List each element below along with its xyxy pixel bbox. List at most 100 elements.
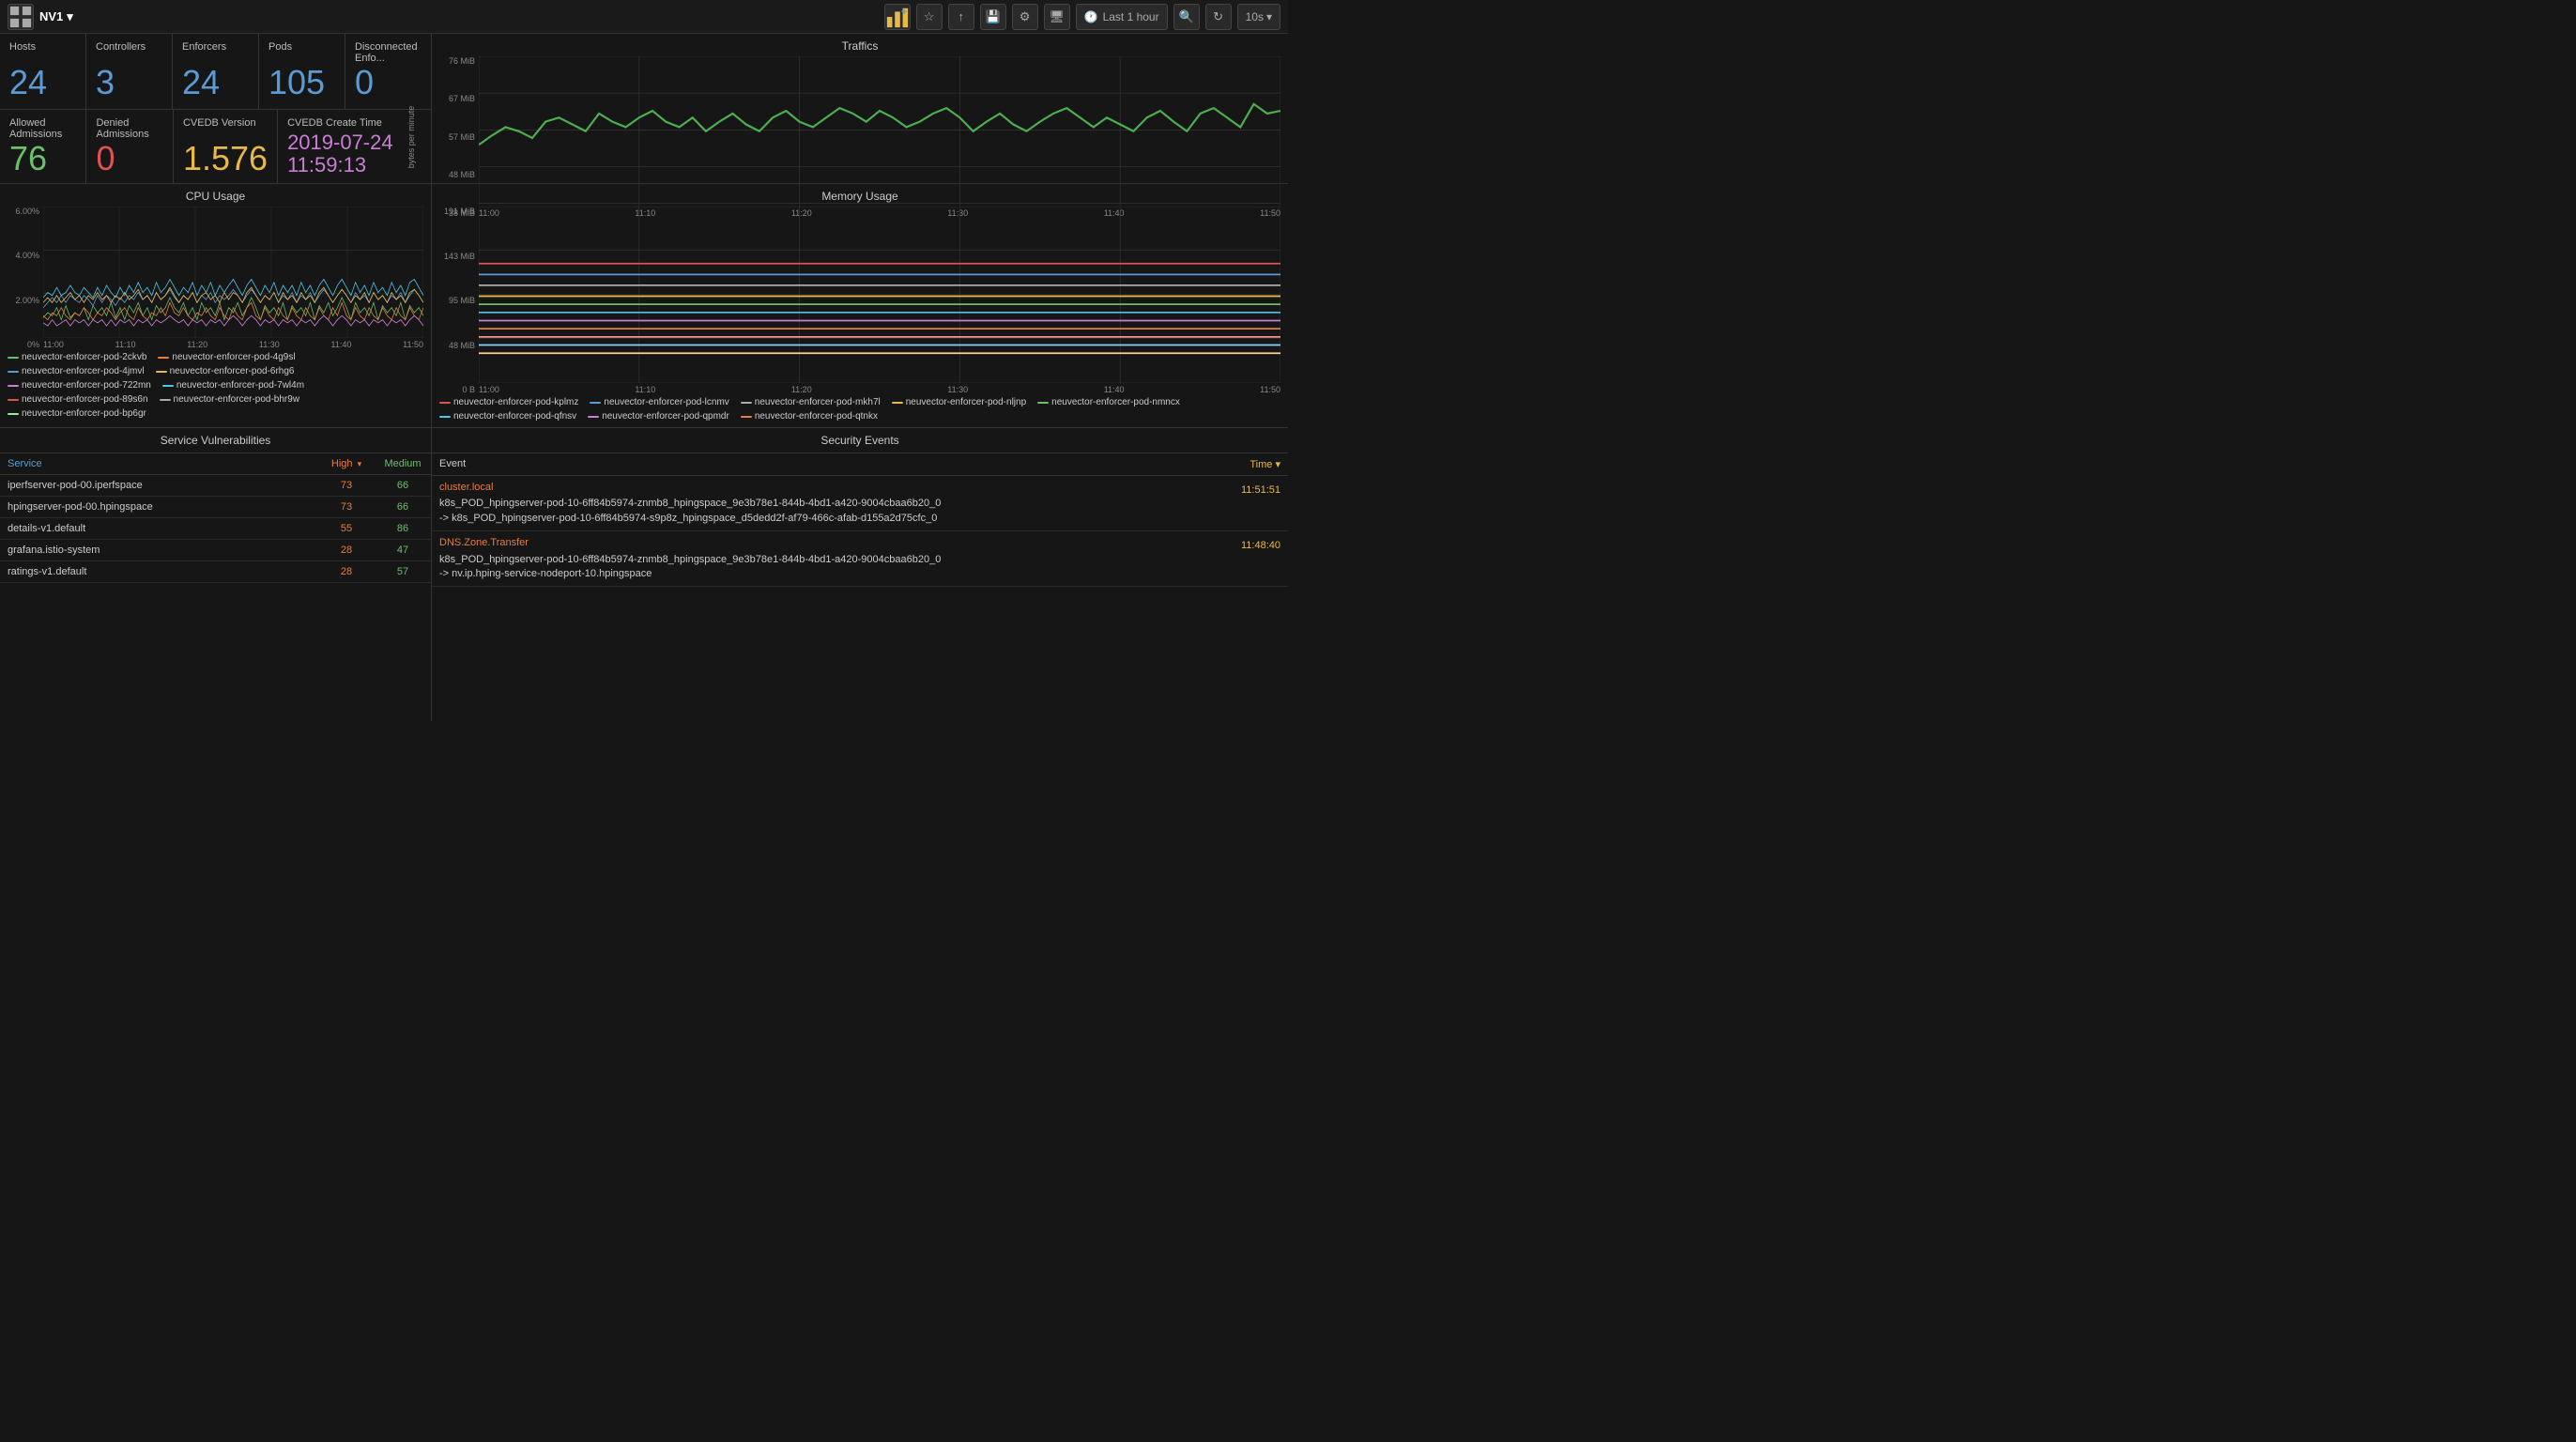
legend-item: neuvector-enforcer-pod-nmncx	[1037, 397, 1180, 407]
topbar-right: + ☆ ↑ 💾 ⚙ 🖥 🕐 Last 1 hour 🔍 ↻ 10s ▾	[884, 4, 1280, 30]
stat-denied-title: Denied Admissions	[96, 117, 162, 140]
stat-denied-value: 0	[96, 140, 162, 177]
cpu-title: CPU Usage	[8, 190, 423, 203]
legend-item: neuvector-enforcer-pod-qtnkx	[741, 411, 878, 422]
legend-item: neuvector-enforcer-pod-nljnp	[892, 397, 1026, 407]
memory-chart-inner: 11:00 11:10 11:20 11:30 11:40 11:50	[479, 207, 1280, 394]
stat-cvedb-time-value: 2019-07-24 11:59:13	[287, 131, 422, 176]
event-description-2: -> k8s_POD_hpingserver-pod-10-6ff84b5974…	[439, 512, 1234, 526]
star-icon[interactable]: ☆	[916, 4, 943, 30]
stat-controllers-title: Controllers	[96, 41, 162, 53]
topbar-left: NV1 ▾	[8, 4, 73, 30]
memory-x-axis: 11:00 11:10 11:20 11:30 11:40 11:50	[479, 385, 1280, 394]
event-description: k8s_POD_hpingserver-pod-10-6ff84b5974-zn…	[439, 553, 1234, 567]
time-col-label[interactable]: Time ▾	[1250, 458, 1280, 470]
cpu-chart-area: 6.00% 4.00% 2.00% 0%	[8, 207, 423, 349]
stat-disconnected: Disconnected Enfo... 0	[345, 34, 431, 109]
legend-item: neuvector-enforcer-pod-bp6gr	[8, 408, 146, 419]
cpu-chart-inner: 11:00 11:10 11:20 11:30 11:40 11:50	[43, 207, 423, 349]
stat-controllers-value: 3	[96, 64, 162, 101]
stat-allowed-value: 76	[9, 140, 76, 177]
table-row: ratings-v1.default 28 57	[0, 561, 431, 583]
last-hour-button[interactable]: 🕐 Last 1 hour	[1076, 4, 1168, 30]
vuln-panel: Service Vulnerabilities Service High ▾ M…	[0, 428, 432, 721]
event-row: DNS.Zone.Transfer k8s_POD_hpingserver-po…	[432, 531, 1288, 587]
traffics-svg-container	[479, 56, 1280, 207]
legend-item: neuvector-enforcer-pod-89s6n	[8, 394, 148, 405]
clock-icon: 🕐	[1084, 10, 1098, 23]
event-type: cluster.local	[439, 481, 1234, 495]
table-row: iperfserver-pod-00.iperfspace 73 66	[0, 475, 431, 497]
stat-enforcers: Enforcers 24	[173, 34, 259, 109]
table-row: hpingserver-pod-00.hpingspace 73 66	[0, 497, 431, 518]
topbar: NV1 ▾ + ☆ ↑ 💾 ⚙ 🖥 🕐 Last 1 hour 🔍 ↻ 10s …	[0, 0, 1288, 34]
memory-svg-container	[479, 207, 1280, 383]
event-time: 11:48:40	[1241, 540, 1280, 551]
interval-button[interactable]: 10s ▾	[1237, 4, 1280, 30]
memory-panel: Memory Usage 191 MiB 143 MiB 95 MiB 48 M…	[432, 184, 1288, 427]
memory-legend: neuvector-enforcer-pod-kplmz neuvector-e…	[439, 394, 1280, 424]
event-row: cluster.local k8s_POD_hpingserver-pod-10…	[432, 476, 1288, 531]
stat-cvedb-time-title: CVEDB Create Time	[287, 117, 422, 129]
vuln-table-container: Service High ▾ Medium iperfserver-pod-00…	[0, 453, 431, 721]
cpu-panel: CPU Usage 6.00% 4.00% 2.00% 0%	[0, 184, 432, 427]
chart-add-icon[interactable]: +	[884, 4, 911, 30]
stat-cards-col: Hosts 24 Controllers 3 Enforcers 24 Pods…	[0, 34, 432, 183]
vuln-title: Service Vulnerabilities	[0, 428, 431, 453]
chevron-down-icon: ▾	[1266, 10, 1272, 23]
refresh-icon[interactable]: ↻	[1205, 4, 1232, 30]
vuln-table: Service High ▾ Medium iperfserver-pod-00…	[0, 453, 431, 583]
stat-pods-title: Pods	[268, 41, 335, 53]
cpu-svg	[43, 207, 423, 338]
grid-icon[interactable]	[8, 4, 34, 30]
traffics-y-label: bytes per minute	[406, 106, 416, 169]
traffics-panel: Traffics 76 MiB 67 MiB 57 MiB 48 MiB 38 …	[432, 34, 1288, 183]
event-type: DNS.Zone.Transfer	[439, 536, 1234, 550]
legend-item: neuvector-enforcer-pod-6rhg6	[156, 366, 295, 376]
stat-pods: Pods 105	[259, 34, 345, 109]
row1: Hosts 24 Controllers 3 Enforcers 24 Pods…	[0, 34, 1288, 184]
share-icon[interactable]: ↑	[948, 4, 974, 30]
legend-item: neuvector-enforcer-pod-kplmz	[439, 397, 578, 407]
save-icon[interactable]: 💾	[980, 4, 1006, 30]
memory-svg	[479, 207, 1280, 383]
stat-enforcers-value: 24	[182, 64, 249, 101]
legend-item: neuvector-enforcer-pod-qfnsv	[439, 411, 576, 422]
stat-cvedb-value: 1.576	[183, 140, 268, 177]
legend-item: neuvector-enforcer-pod-4jmvl	[8, 366, 145, 376]
svg-text:+: +	[900, 7, 907, 18]
event-content: cluster.local k8s_POD_hpingserver-pod-10…	[439, 481, 1234, 526]
stat-hosts: Hosts 24	[0, 34, 86, 109]
search-icon[interactable]: 🔍	[1173, 4, 1200, 30]
stat-pods-value: 105	[268, 64, 335, 101]
cpu-svg-container	[43, 207, 423, 338]
app-title[interactable]: NV1 ▾	[39, 9, 73, 24]
legend-item: neuvector-enforcer-pod-bhr9w	[160, 394, 300, 405]
traffics-chart-area: 76 MiB 67 MiB 57 MiB 48 MiB 38 MiB	[439, 56, 1280, 218]
traffics-title: Traffics	[439, 39, 1280, 53]
stat-denied: Denied Admissions 0	[86, 110, 173, 185]
event-description-2: -> nv.ip.hping-service-nodeport-10.hping…	[439, 567, 1234, 581]
stat-controllers: Controllers 3	[86, 34, 173, 109]
traffics-y-axis: 76 MiB 67 MiB 57 MiB 48 MiB 38 MiB	[439, 56, 479, 218]
col-high[interactable]: High ▾	[318, 453, 375, 475]
cpu-legend: neuvector-enforcer-pod-2ckvb neuvector-e…	[8, 349, 423, 422]
events-list: cluster.local k8s_POD_hpingserver-pod-10…	[432, 476, 1288, 721]
main-layout: Hosts 24 Controllers 3 Enforcers 24 Pods…	[0, 34, 1288, 721]
stat-cvedb: CVEDB Version 1.576	[174, 110, 278, 185]
legend-item: neuvector-enforcer-pod-722mn	[8, 380, 151, 391]
stats-row2: Allowed Admissions 76 Denied Admissions …	[0, 110, 431, 185]
cpu-y-axis: 6.00% 4.00% 2.00% 0%	[8, 207, 43, 349]
stat-hosts-title: Hosts	[9, 41, 76, 53]
col-service: Service	[0, 453, 318, 475]
security-events-panel: Security Events Event Time ▾ cluster.loc…	[432, 428, 1288, 721]
cpu-x-axis: 11:00 11:10 11:20 11:30 11:40 11:50	[43, 340, 423, 349]
monitor-icon[interactable]: 🖥	[1044, 4, 1070, 30]
stat-enforcers-title: Enforcers	[182, 41, 249, 53]
stats-row1: Hosts 24 Controllers 3 Enforcers 24 Pods…	[0, 34, 431, 110]
traffics-chart: 11:00 11:10 11:20 11:30 11:40 11:50	[479, 56, 1280, 218]
stat-disconnected-value: 0	[355, 64, 422, 101]
event-content: DNS.Zone.Transfer k8s_POD_hpingserver-po…	[439, 536, 1234, 581]
legend-item: neuvector-enforcer-pod-qpmdr	[588, 411, 729, 422]
gear-icon[interactable]: ⚙	[1012, 4, 1038, 30]
